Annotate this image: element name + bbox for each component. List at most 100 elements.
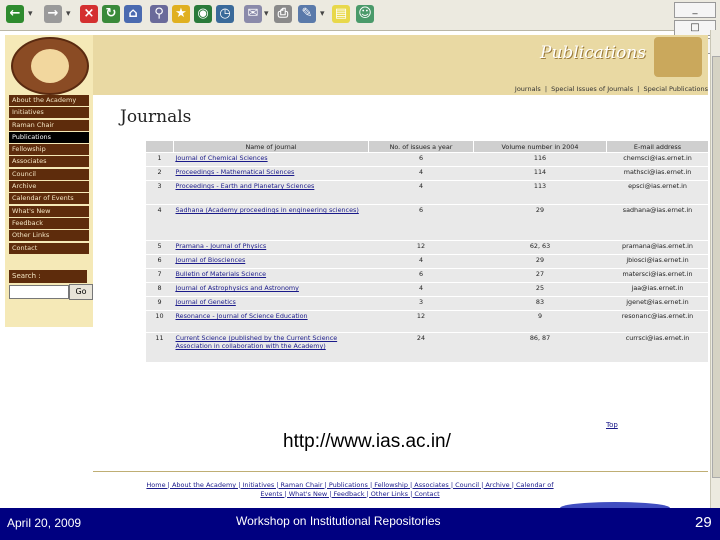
cell-issues: 24 (368, 332, 474, 363)
search-label: Search : (9, 270, 87, 283)
sidebar-item-council[interactable]: Council (9, 168, 89, 180)
sidebar-item-publications[interactable]: Publications (9, 131, 89, 143)
cell-email: jgenet@ias.ernet.in (606, 296, 708, 311)
sidebar-item-archive[interactable]: Archive (9, 181, 89, 193)
cell-email: currsci@ias.ernet.in (606, 332, 708, 363)
col-header-idx (145, 140, 174, 153)
refresh-icon[interactable]: ↻ (102, 5, 120, 23)
sidebar-item-raman-chair[interactable]: Raman Chair (9, 119, 89, 131)
vertical-scrollbar[interactable] (710, 30, 720, 508)
cell-issues: 4 (368, 166, 474, 181)
mail-dropdown-icon[interactable]: ▾ (264, 9, 269, 19)
sidebar-item-contact[interactable]: Contact (9, 242, 89, 254)
sidebar-item-calendar[interactable]: Calendar of Events (9, 193, 89, 205)
cell-journal-name[interactable]: Journal of Genetics (173, 296, 369, 311)
separator: | (637, 85, 640, 93)
sidebar-item-feedback[interactable]: Feedback (9, 217, 89, 229)
sidebar-item-whats-new[interactable]: What's New (9, 205, 89, 217)
cell-volume: 116 (473, 152, 607, 167)
table-row: 3 Proceedings - Earth and Planetary Scien… (145, 180, 708, 205)
cell-email: sadhana@ias.ernet.in (606, 204, 708, 241)
header-title: Publications (540, 43, 646, 63)
cell-volume: 29 (473, 254, 607, 269)
cell-index: 2 (145, 166, 174, 181)
cell-email: matersci@ias.ernet.in (606, 268, 708, 283)
cell-issues: 4 (368, 254, 474, 269)
sidebar-item-other-links[interactable]: Other Links (9, 230, 89, 242)
stop-icon[interactable]: × (80, 5, 98, 23)
messenger-icon[interactable]: ☺ (356, 5, 374, 23)
cell-volume: 114 (473, 166, 607, 181)
edit-dropdown-icon[interactable]: ▾ (320, 9, 325, 19)
cell-index: 10 (145, 310, 174, 333)
mail-icon[interactable]: ✉ (244, 5, 262, 23)
cell-journal-name[interactable]: Journal of Chemical Sciences (173, 152, 369, 167)
forward-dropdown-icon[interactable]: ▾ (66, 9, 71, 19)
slide-page-number: 29 (695, 514, 712, 531)
top-link[interactable]: Top (606, 421, 618, 429)
cell-issues: 4 (368, 282, 474, 297)
cell-journal-name[interactable]: Journal of Biosciences (173, 254, 369, 269)
minimize-button[interactable]: _ (674, 2, 716, 18)
cell-email: jbiosci@ias.ernet.in (606, 254, 708, 269)
table-row: 5 Pramana - Journal of Physics 12 62, 63 pra… (145, 240, 708, 255)
sidebar-item-initiatives[interactable]: Initiatives (9, 107, 89, 119)
cell-email: chemsci@ias.ernet.in (606, 152, 708, 167)
cell-index: 4 (145, 204, 174, 241)
search-icon[interactable]: ⚲ (150, 5, 168, 23)
sidebar-item-associates[interactable]: Associates (9, 156, 89, 168)
cell-index: 9 (145, 296, 174, 311)
go-button[interactable]: Go (69, 284, 93, 300)
cell-journal-name[interactable]: Pramana - Journal of Physics (173, 240, 369, 255)
cell-volume: 25 (473, 282, 607, 297)
cell-journal-name[interactable]: Sadhana (Academy proceedings in engineer… (173, 204, 369, 241)
cell-issues: 12 (368, 240, 474, 255)
link-special-issues[interactable]: Special Issues of Journals (549, 85, 633, 93)
table-row: 8 Journal of Astrophysics and Astronomy 4 2… (145, 282, 708, 297)
footer-divider (93, 471, 708, 472)
media-icon[interactable]: ◉ (194, 5, 212, 23)
cell-email: mathsci@ias.ernet.in (606, 166, 708, 181)
table-row: 11 Current Science (published by the Curr… (145, 332, 708, 363)
col-header-volume: Volume number in 2004 (473, 140, 607, 153)
cell-journal-name[interactable]: Proceedings - Earth and Planetary Scienc… (173, 180, 369, 205)
link-journals[interactable]: Journals (513, 85, 541, 93)
cell-index: 3 (145, 180, 174, 205)
table-row: 6 Journal of Biosciences 4 29 jbiosci@ias.er… (145, 254, 708, 269)
link-special-publications[interactable]: Special Publications (641, 85, 708, 93)
history-icon[interactable]: ◷ (216, 5, 234, 23)
cell-journal-name[interactable]: Current Science (published by the Curren… (173, 332, 369, 363)
separator: | (544, 85, 548, 93)
slide-title: Workshop on Institutional Repositories (236, 514, 441, 528)
cell-volume: 9 (473, 310, 607, 333)
cell-journal-name[interactable]: Proceedings - Mathematical Sciences (173, 166, 369, 181)
cell-journal-name[interactable]: Journal of Astrophysics and Astronomy (173, 282, 369, 297)
print-icon[interactable]: ⎙ (274, 5, 292, 23)
favorites-icon[interactable]: ★ (172, 5, 190, 23)
cell-index: 11 (145, 332, 174, 363)
sidebar-item-fellowship[interactable]: Fellowship (9, 144, 89, 156)
cell-index: 5 (145, 240, 174, 255)
footer-nav-links[interactable]: Home | About the Academy | Initiatives |… (146, 481, 553, 498)
home-icon[interactable]: ⌂ (124, 5, 142, 23)
cell-issues: 3 (368, 296, 474, 311)
page-title: Journals (120, 107, 192, 127)
scrollbar-thumb[interactable] (712, 56, 720, 478)
table-row: 4 Sadhana (Academy proceedings in enginee… (145, 204, 708, 241)
cell-journal-name[interactable]: Bulletin of Materials Science (173, 268, 369, 283)
cell-email: pramana@ias.ernet.in (606, 240, 708, 255)
search-input[interactable] (9, 285, 69, 299)
forward-icon[interactable]: → (44, 5, 62, 23)
academy-logo (11, 37, 89, 95)
cell-journal-name[interactable]: Resonance - Journal of Science Education (173, 310, 369, 333)
edit-icon[interactable]: ✎ (298, 5, 316, 23)
sidebar-item-about[interactable]: About the Academy (9, 95, 89, 106)
back-dropdown-icon[interactable]: ▾ (28, 9, 33, 19)
back-icon[interactable]: ← (6, 5, 24, 23)
table-row: 10 Resonance - Journal of Science Educati… (145, 310, 708, 333)
cell-volume: 29 (473, 204, 607, 241)
cell-email: epsci@ias.ernet.in (606, 180, 708, 205)
cell-index: 7 (145, 268, 174, 283)
discuss-icon[interactable]: ▤ (332, 5, 350, 23)
book-illustration (654, 37, 702, 77)
